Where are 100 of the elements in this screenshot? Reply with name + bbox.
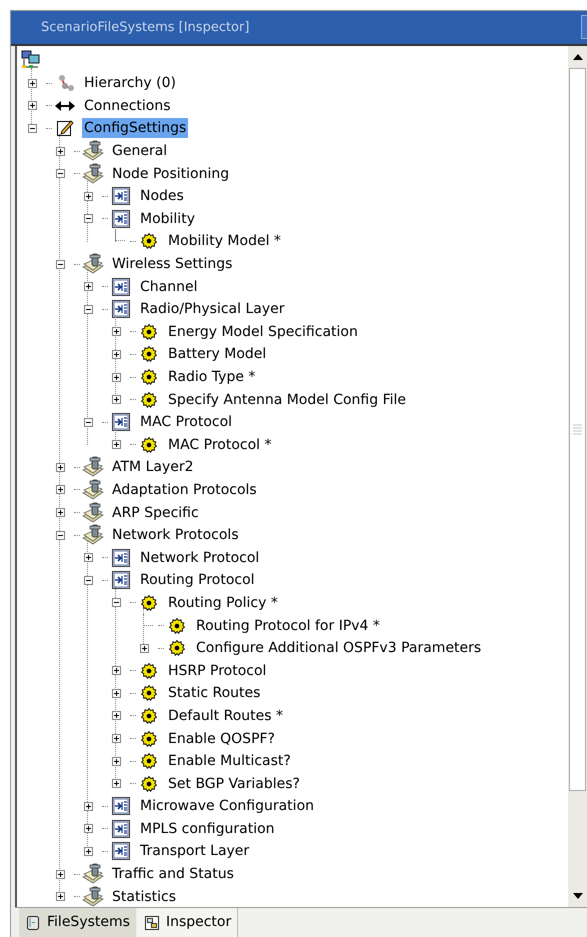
expand-toggle[interactable] xyxy=(112,372,120,382)
tree-item[interactable]: Routing Protocol for IPv4 * xyxy=(194,616,382,636)
document-stack-icon xyxy=(81,162,105,185)
tree-item[interactable]: MAC Protocol xyxy=(138,412,234,432)
expand-toggle[interactable] xyxy=(112,779,120,788)
panel-icon xyxy=(112,842,130,860)
collapse-toggle[interactable] xyxy=(56,260,64,269)
expand-toggle[interactable] xyxy=(112,666,120,676)
tree-item[interactable]: Enable QOSPF? xyxy=(166,728,277,749)
panel-icon xyxy=(112,571,130,590)
tree-item[interactable]: General xyxy=(110,141,170,162)
panel-icon xyxy=(112,413,130,432)
scroll-up-icon[interactable] xyxy=(572,54,582,60)
tree-item[interactable]: Adaptation Protocols xyxy=(110,480,259,500)
tree-item[interactable]: ARP Specific xyxy=(110,502,201,523)
tree-item[interactable]: HSRP Protocol xyxy=(166,660,268,681)
document-stack-icon xyxy=(81,886,105,907)
document-stack-icon xyxy=(81,524,105,546)
tree-item[interactable]: ATM Layer2 xyxy=(110,457,196,478)
expand-toggle[interactable] xyxy=(112,688,120,698)
tree-item[interactable]: Static Routes xyxy=(166,683,262,704)
expand-toggle[interactable] xyxy=(112,756,120,766)
collapse-toggle[interactable] xyxy=(84,576,92,585)
tree-item[interactable]: Specify Antenna Model Config File xyxy=(166,390,408,410)
expand-toggle[interactable] xyxy=(56,870,64,879)
expand-toggle[interactable] xyxy=(56,485,64,494)
tree-item[interactable]: Routing Policy * xyxy=(166,592,280,613)
gear-icon xyxy=(141,662,157,679)
gear-icon xyxy=(141,436,157,453)
expand-toggle[interactable] xyxy=(112,395,120,404)
expand-toggle[interactable] xyxy=(56,462,64,472)
tree-item[interactable]: Routing Protocol xyxy=(138,570,257,590)
expand-toggle[interactable] xyxy=(56,508,64,518)
expand-toggle[interactable] xyxy=(112,327,120,336)
collapse-toggle[interactable] xyxy=(56,530,64,540)
tree-item[interactable]: Enable Multicast? xyxy=(166,751,293,772)
document-stack-icon xyxy=(81,140,105,162)
expand-toggle[interactable] xyxy=(112,734,120,744)
tree-item[interactable]: ConfigSettings xyxy=(82,118,188,138)
expand-toggle[interactable] xyxy=(84,192,92,201)
collapse-toggle[interactable] xyxy=(84,418,92,427)
tree-item[interactable]: Channel xyxy=(138,276,200,297)
expand-toggle[interactable] xyxy=(140,644,148,653)
expand-toggle[interactable] xyxy=(56,892,64,902)
expand-toggle[interactable] xyxy=(28,78,36,88)
tree-item[interactable]: Radio Type * xyxy=(166,367,258,388)
grip-icon xyxy=(573,424,582,436)
expand-toggle[interactable] xyxy=(84,282,92,292)
expand-toggle[interactable] xyxy=(84,802,92,811)
collapse-toggle[interactable] xyxy=(84,214,92,224)
expand-toggle[interactable] xyxy=(84,553,92,562)
scroll-thumb[interactable] xyxy=(569,68,586,791)
expand-toggle[interactable] xyxy=(28,101,36,110)
tree-item[interactable]: Node Positioning xyxy=(110,164,232,184)
gear-icon xyxy=(141,346,157,362)
gear-icon xyxy=(169,640,185,656)
expand-toggle[interactable] xyxy=(56,146,64,156)
document-stack-icon xyxy=(81,863,105,886)
tree-item[interactable]: Microwave Configuration xyxy=(138,796,316,816)
expand-toggle[interactable] xyxy=(112,711,120,720)
tab[interactable]: FileSystems xyxy=(19,908,136,937)
expand-toggle[interactable] xyxy=(112,350,120,359)
scroll-down-icon[interactable] xyxy=(572,893,582,899)
expand-toggle[interactable] xyxy=(112,440,120,450)
collapse-toggle[interactable] xyxy=(84,304,92,314)
tree-item[interactable]: Mobility xyxy=(138,208,197,229)
tree-item[interactable]: Hierarchy (0) xyxy=(82,73,178,94)
tree-item[interactable]: Battery Model xyxy=(166,344,268,364)
tree-item[interactable]: Network Protocols xyxy=(110,525,241,546)
collapse-toggle[interactable] xyxy=(28,124,36,133)
tree-item[interactable]: Connections xyxy=(82,96,173,116)
tree-item[interactable]: MAC Protocol * xyxy=(166,434,274,455)
tree-item[interactable]: Mobility Model * xyxy=(166,231,283,252)
gear-icon xyxy=(141,233,157,250)
panel-icon xyxy=(112,278,130,296)
gear-icon xyxy=(141,594,157,611)
tree-item[interactable]: Energy Model Specification xyxy=(166,322,360,342)
tree-item[interactable]: Set BGP Variables? xyxy=(166,774,302,794)
tree-item[interactable]: Transport Layer xyxy=(138,841,252,862)
tree-item[interactable]: MPLS configuration xyxy=(138,818,277,839)
gear-icon xyxy=(141,369,157,386)
gear-icon xyxy=(141,708,157,724)
tree-item[interactable]: Default Routes * xyxy=(166,706,285,726)
tree-item[interactable]: Nodes xyxy=(138,186,186,206)
tree-item[interactable]: Statistics xyxy=(110,886,178,907)
network-icon xyxy=(21,50,41,70)
collapse-toggle[interactable] xyxy=(56,169,64,178)
tree-item[interactable]: Radio/Physical Layer xyxy=(138,299,286,320)
tree-item[interactable]: Wireless Settings xyxy=(110,254,234,274)
tree-item[interactable]: Traffic and Status xyxy=(110,864,236,884)
gear-icon xyxy=(141,392,157,408)
expand-toggle[interactable] xyxy=(84,846,92,856)
panel-icon xyxy=(112,300,130,318)
tree-item[interactable]: Configure Additional OSPFv3 Parameters xyxy=(194,638,484,658)
tree-item[interactable]: Network Protocol xyxy=(138,548,262,568)
gear-icon xyxy=(141,776,157,792)
expand-toggle[interactable] xyxy=(84,824,92,834)
scrollbar[interactable] xyxy=(568,46,587,907)
tab[interactable]: Inspector xyxy=(138,908,238,937)
collapse-toggle[interactable] xyxy=(112,598,120,608)
